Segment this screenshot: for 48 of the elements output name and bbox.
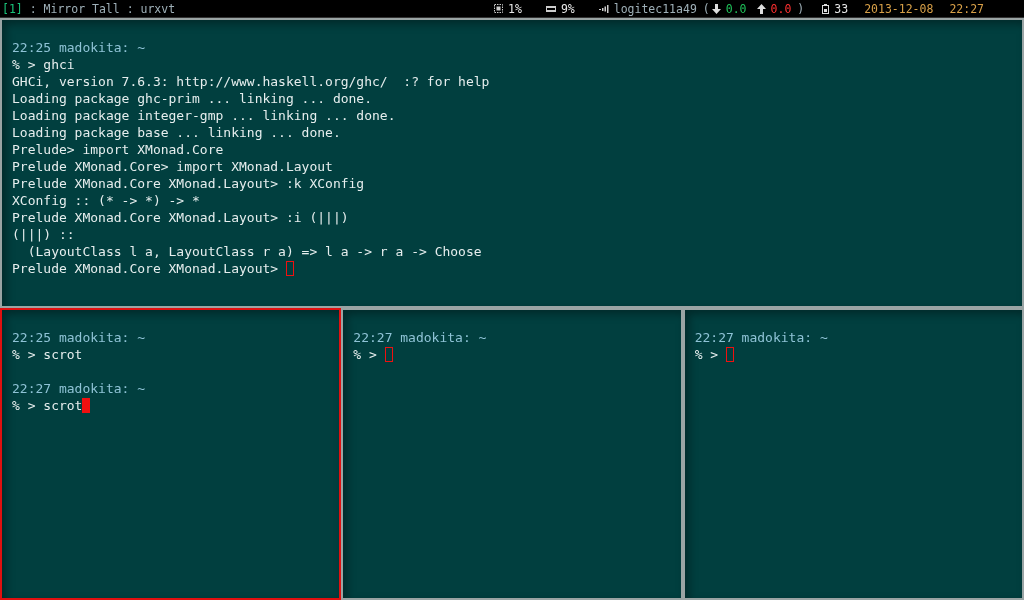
terminal-line: % > scrot (12, 346, 83, 363)
workspace-indicator[interactable]: [1] (2, 1, 23, 16)
terminal-line: Prelude XMonad.Core XMonad.Layout> :i (|||) (12, 209, 349, 226)
upload-rate: 0.0 (770, 1, 792, 16)
layout-title: : Mirror Tall : urxvt (28, 1, 176, 16)
battery-level: 33 (834, 1, 849, 16)
date: 2013-12-08 (864, 1, 934, 16)
text-cursor (82, 398, 91, 413)
bracket: ( (702, 1, 710, 16)
text-cursor (285, 261, 294, 276)
terminal-line: % > (694, 346, 720, 363)
text-cursor (725, 347, 734, 362)
bracket: ) (797, 1, 805, 16)
terminal-line: Prelude XMonad.Core XMonad.Layout> (12, 260, 280, 277)
battery-icon (822, 3, 830, 14)
terminal-line: % > ghci (12, 56, 75, 73)
memory-usage: 9% (560, 1, 575, 16)
down-arrow-icon (711, 3, 721, 14)
terminal-line: Prelude XMonad.Core XMonad.Layout> :k XConfig (12, 175, 365, 192)
terminal-line: (LayoutClass l a, LayoutClass r a) => l a -> r a -> Choose (26, 243, 482, 260)
cpu-usage: 1% (508, 1, 522, 16)
terminal-line: % > scrot (12, 397, 83, 414)
text-cursor (384, 347, 393, 362)
clock: 22:27 (949, 1, 984, 16)
prompt-header: 22:27 madokita: ~ (12, 380, 146, 397)
prompt-header: 22:27 madokita: ~ (353, 329, 487, 346)
terminal-line: Loading package base ... linking ... done. (12, 124, 341, 141)
terminal-line: Loading package integer-gmp ... linking ... done. (12, 107, 396, 124)
terminal-line: (|||) :: (12, 226, 75, 243)
signal-icon (598, 4, 609, 13)
terminal-line: Loading package ghc-prim ... linking ... done. (12, 90, 373, 107)
terminal-line: Prelude> import XMonad.Core (12, 141, 224, 158)
terminal-window[interactable]: 22:27 madokita: ~ % > (682, 308, 1024, 600)
prompt-header: 22:27 madokita: ~ (694, 329, 828, 346)
terminal-line: XConfig :: (* -> *) -> * (12, 192, 200, 209)
up-arrow-icon (756, 3, 766, 14)
terminal-line: Prelude XMonad.Core> import XMonad.Layout (12, 158, 333, 175)
memory-icon (545, 4, 556, 13)
prompt-header: 22:25 madokita: ~ (12, 329, 146, 346)
network-name: logitec11a49 (613, 1, 697, 16)
download-rate: 0.0 (725, 1, 747, 16)
terminal-window[interactable]: 22:27 madokita: ~ % > (341, 308, 683, 600)
cpu-icon (494, 4, 503, 13)
terminal-window[interactable] (0, 18, 1024, 308)
prompt-header: 22:25 madokita: ~ (12, 39, 146, 56)
terminal-line: GHCi, version 7.6.3: http://www.haskell.org/ghc/ :? for help (12, 73, 490, 90)
terminal-window[interactable]: 22:25 madokita: ~ % > scrot 22:27 madokita: ~ % > scrot (0, 308, 342, 600)
terminal-line: % > (353, 346, 378, 363)
